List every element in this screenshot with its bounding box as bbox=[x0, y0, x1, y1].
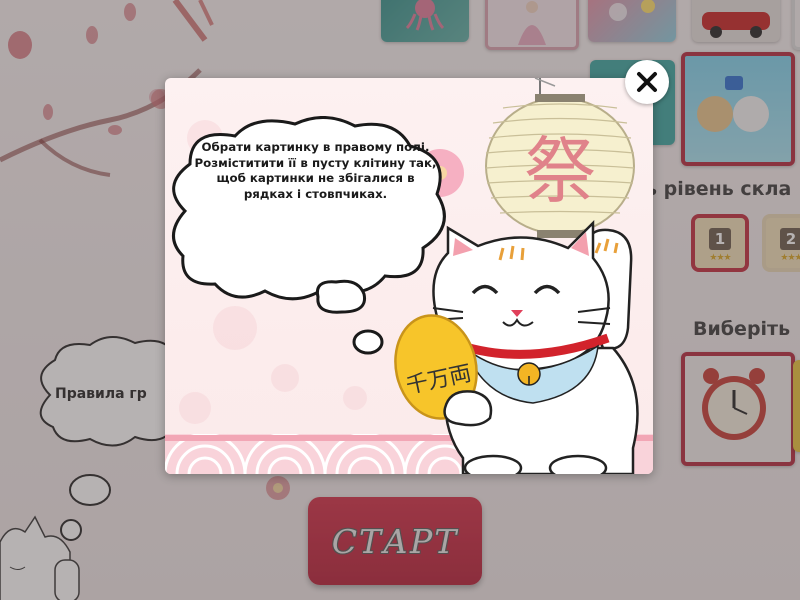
rules-instruction-text: Обрати картинку в правому полі. Розмісти… bbox=[194, 140, 437, 201]
close-icon bbox=[637, 72, 657, 92]
lantern-glyph: 祭 bbox=[524, 129, 596, 213]
speech-bubble-tail-large bbox=[315, 279, 367, 314]
rules-modal: 祭 千万両 Обрати картинку в правому полі. Ро… bbox=[165, 78, 653, 474]
close-modal-button[interactable] bbox=[625, 60, 669, 104]
speech-bubble-tail-small bbox=[352, 329, 384, 355]
cat-holding-paw bbox=[443, 390, 493, 427]
